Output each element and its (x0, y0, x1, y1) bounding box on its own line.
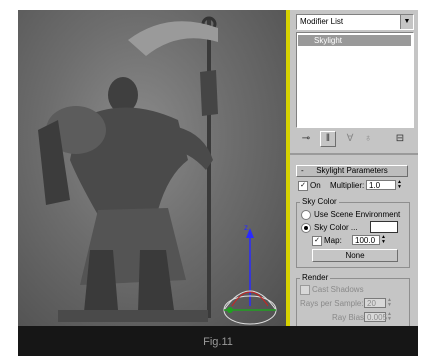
figure-caption: Fig.11 (203, 336, 233, 348)
map-amount-input[interactable]: 100.0 (352, 235, 380, 245)
sky-color-group-title: Sky Color (300, 197, 339, 206)
rollout-title: Skylight Parameters (316, 166, 388, 175)
command-panel: Modifier List ▼ Skylight ⊸ ‖ ∀ ♁ ⊟ - Sky… (290, 10, 418, 326)
rays-per-sample-input[interactable]: 20 (364, 298, 386, 308)
show-end-result-icon[interactable]: ‖ (320, 131, 336, 147)
cast-shadows-checkbox[interactable] (300, 285, 310, 295)
panel-divider (290, 153, 418, 155)
rollout-header[interactable]: - Skylight Parameters (296, 165, 408, 177)
sky-color-swatch[interactable] (370, 221, 398, 233)
use-scene-environment-radio[interactable] (301, 210, 311, 220)
screenshot-frame: z Modifier List ▼ Skylight ⊸ ‖ ∀ ♁ ⊟ - S… (18, 10, 418, 356)
cast-shadows-label: Cast Shadows (312, 285, 364, 294)
banner (128, 21, 218, 56)
multiplier-spinner[interactable]: ▲ ▼ (396, 180, 403, 190)
chevron-down-icon[interactable]: ▼ (400, 15, 413, 29)
rays-per-sample-spinner[interactable]: ▲ ▼ (386, 298, 393, 308)
pin-stack-icon[interactable]: ⊸ (298, 131, 314, 147)
map-label: Map: (324, 236, 342, 245)
ray-bias-label: Ray Bias: (332, 313, 367, 322)
on-label: On (310, 181, 321, 190)
use-scene-environment-label: Use Scene Environment (314, 210, 401, 219)
map-amount-spinner[interactable]: ▲ ▼ (380, 235, 387, 245)
on-checkbox[interactable]: ✓ (298, 181, 308, 191)
map-checkbox[interactable]: ✓ (312, 236, 322, 246)
multiplier-label: Multiplier: (330, 181, 365, 190)
stack-toolbar: ⊸ ‖ ∀ ♁ ⊟ (296, 131, 412, 147)
render-group-title: Render (300, 273, 331, 282)
make-unique-icon[interactable]: ∀ (342, 131, 358, 147)
staff (207, 18, 211, 318)
sky-color-radio[interactable] (301, 223, 311, 233)
staff-box (200, 70, 218, 116)
perspective-viewport[interactable]: z (18, 10, 286, 326)
rays-per-sample-label: Rays per Sample: (300, 299, 364, 308)
modifier-stack[interactable]: Skylight (296, 32, 414, 128)
configure-modifier-sets-icon[interactable]: ⊟ (392, 131, 408, 147)
ray-bias-input[interactable]: 0.005 (364, 312, 387, 322)
remove-modifier-icon[interactable]: ♁ (360, 131, 376, 147)
base (58, 310, 208, 322)
gizmo-pivot (227, 307, 233, 313)
rollout-toggle: - (301, 166, 304, 175)
sky-color-label: Sky Color ... (314, 223, 358, 232)
map-none-button[interactable]: None (312, 249, 398, 262)
modifier-list-dropdown[interactable]: Modifier List ▼ (296, 14, 414, 30)
multiplier-input[interactable]: 1.0 (366, 180, 396, 190)
character-render: z (38, 16, 277, 325)
stack-item-skylight[interactable]: Skylight (298, 35, 411, 46)
ray-bias-spinner[interactable]: ▲ ▼ (386, 312, 393, 322)
modifier-list-label: Modifier List (300, 17, 344, 26)
z-axis-label: z (244, 223, 248, 232)
